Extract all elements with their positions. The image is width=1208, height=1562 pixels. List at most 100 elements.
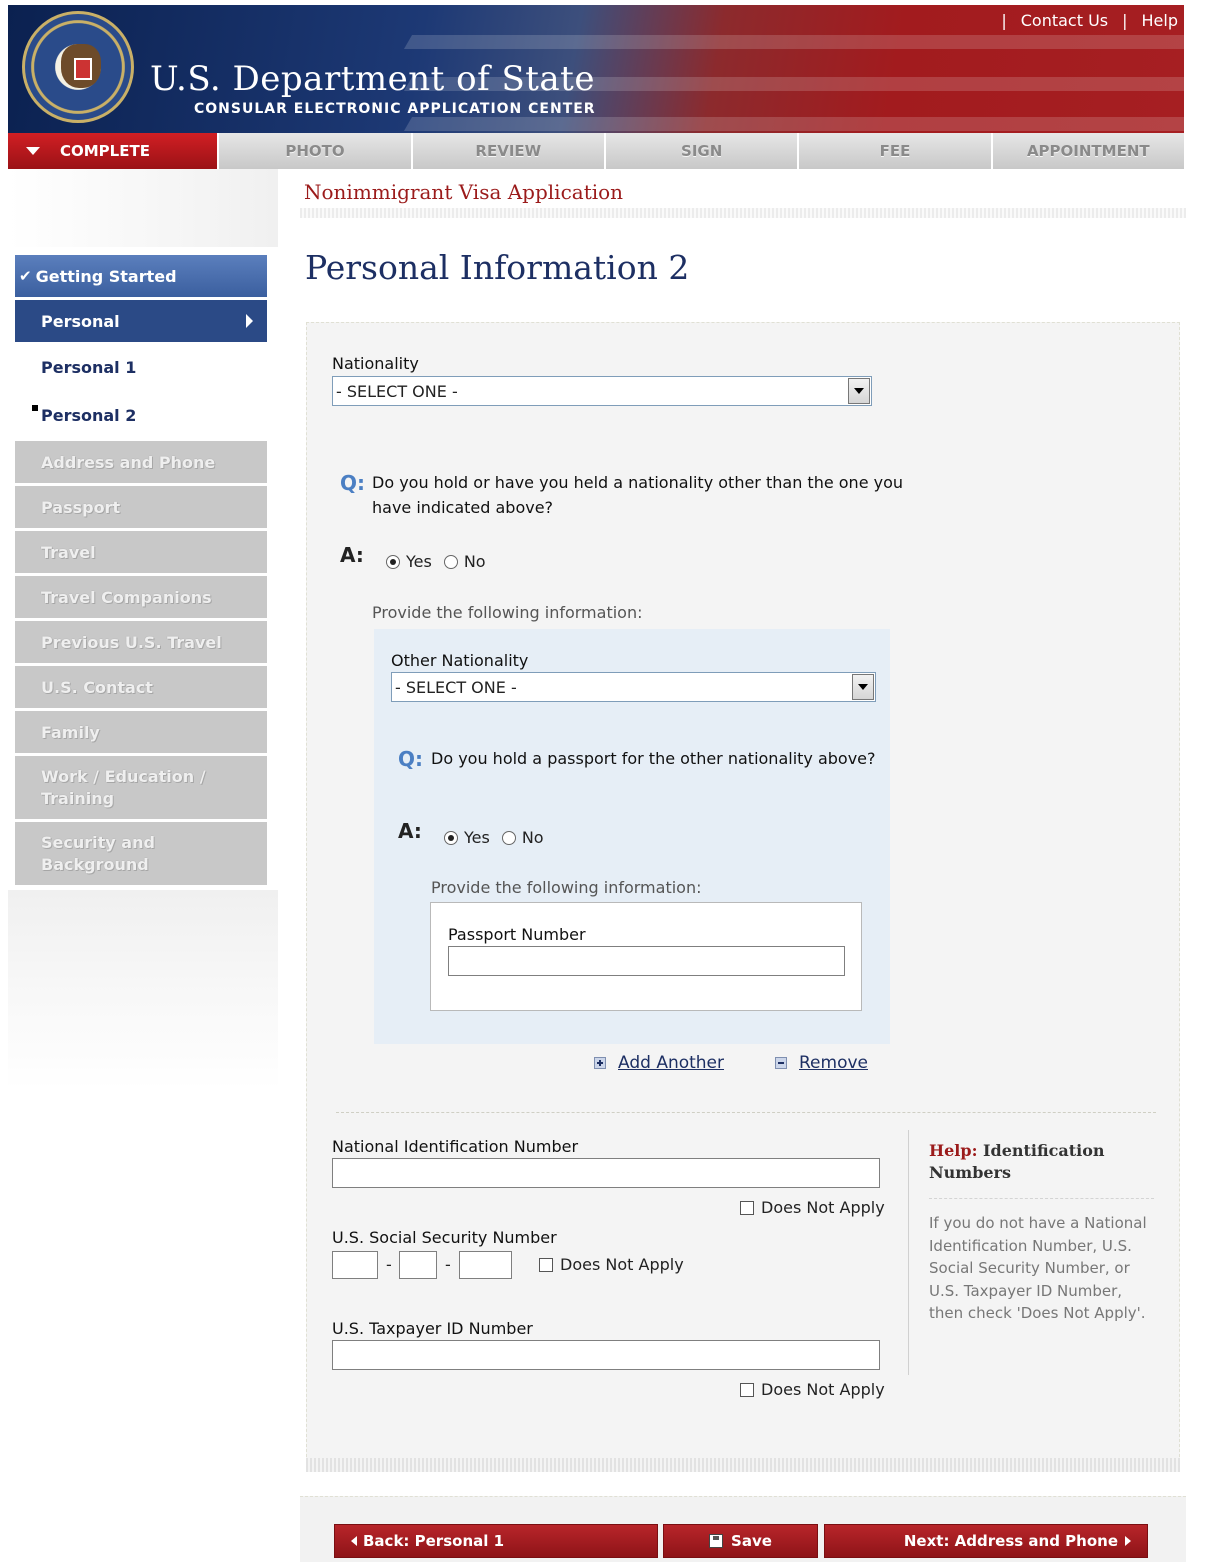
radio-label: Yes	[406, 552, 432, 571]
plus-icon	[594, 1057, 606, 1069]
passport-number-input[interactable]	[448, 946, 845, 976]
other-nationality-select[interactable]: - SELECT ONE -	[391, 672, 876, 702]
ssn-part-1-input[interactable]	[332, 1251, 378, 1279]
remove-link[interactable]: Remove	[799, 1053, 868, 1073]
sidebar-item-label: U.S. Contact	[41, 677, 153, 697]
ssn-does-not-apply[interactable]: Does Not Apply	[539, 1255, 684, 1274]
sidebar-item-label: Personal 1	[41, 358, 137, 377]
help-title: Help: Identification Numbers	[929, 1140, 1149, 1184]
other-nationality-select-value: - SELECT ONE -	[395, 677, 517, 697]
sidebar-item-label: Getting Started	[35, 266, 177, 286]
checkbox-label: Does Not Apply	[761, 1198, 885, 1217]
top-links: | Contact Us | Help	[1001, 11, 1178, 30]
sidebar-item-work-education: Work / Education / Training	[15, 756, 267, 819]
tab-photo[interactable]: PHOTO	[219, 133, 413, 169]
tab-label: FEE	[879, 142, 911, 160]
eagle-icon	[61, 44, 101, 88]
link-separator: |	[1122, 11, 1128, 30]
remove-control[interactable]: Remove	[775, 1053, 868, 1073]
sidebar-item-label: Work / Education / Training	[41, 766, 206, 808]
other-nationality-yes-option[interactable]: Yes	[386, 552, 432, 571]
checkmark-icon: ✔	[19, 267, 32, 285]
sidebar-item-travel-companions: Travel Companions	[15, 576, 267, 618]
passport-yes-option[interactable]: Yes	[444, 828, 490, 847]
arrow-right-icon	[1125, 1536, 1131, 1546]
other-nationality-no-option[interactable]: No	[443, 552, 486, 571]
nationality-label: Nationality	[332, 354, 419, 373]
sidebar-item-label: Family	[41, 722, 100, 742]
passport-no-radio[interactable]	[501, 830, 516, 845]
other-nationality-yes-radio[interactable]	[386, 554, 400, 569]
dropdown-arrow-icon[interactable]	[852, 674, 874, 700]
page-title: Personal Information 2	[305, 248, 690, 287]
passport-yes-radio[interactable]	[444, 830, 458, 845]
sidebar-item-label: Security and Background	[41, 832, 155, 874]
provide-info-hint: Provide the following information:	[372, 603, 643, 622]
tab-fee[interactable]: FEE	[799, 133, 993, 169]
sidebar-item-personal[interactable]: Personal	[15, 300, 267, 342]
save-button-label: Save	[731, 1532, 772, 1550]
flag-stripe	[403, 35, 1184, 49]
national-id-does-not-apply[interactable]: Does Not Apply	[740, 1198, 885, 1217]
nationality-select-value: - SELECT ONE -	[336, 381, 458, 401]
provide-info-hint: Provide the following information:	[431, 878, 702, 897]
sidebar-item-personal-1[interactable]: Personal 1	[15, 345, 267, 390]
minus-icon	[775, 1057, 787, 1069]
flag-stripe	[403, 117, 1184, 131]
tab-appointment[interactable]: APPOINTMENT	[992, 133, 1184, 169]
taxpayer-does-not-apply[interactable]: Does Not Apply	[740, 1380, 885, 1399]
tab-review[interactable]: REVIEW	[412, 133, 606, 169]
national-id-does-not-apply-checkbox[interactable]	[740, 1200, 754, 1215]
sidebar: ✔ Getting Started Personal Personal 1 Pe…	[15, 255, 267, 888]
other-nationality-no-radio[interactable]	[443, 554, 458, 569]
national-id-input[interactable]	[332, 1158, 880, 1188]
checkbox-label: Does Not Apply	[761, 1380, 885, 1399]
caret-down-icon	[26, 147, 40, 155]
tab-sign[interactable]: SIGN	[605, 133, 800, 169]
back-button[interactable]: Back: Personal 1	[334, 1524, 658, 1558]
tab-label: SIGN	[681, 142, 723, 160]
sidebar-item-family: Family	[15, 711, 267, 753]
answer-mark-label: A:	[398, 819, 422, 843]
passport-radio-group: Yes No	[444, 828, 556, 847]
sidebar-item-address-phone: Address and Phone	[15, 441, 267, 483]
radio-label: Yes	[464, 828, 490, 847]
taxpayer-id-input[interactable]	[332, 1340, 880, 1370]
department-title: U.S. Department of State	[150, 59, 595, 99]
site-header: U.S. Department of State CONSULAR ELECTR…	[8, 5, 1184, 133]
link-separator: |	[1001, 11, 1007, 30]
help-link[interactable]: Help	[1142, 11, 1178, 30]
sidebar-shade	[8, 169, 278, 247]
add-another-control[interactable]: Add Another	[594, 1053, 724, 1073]
help-title-prefix: Help:	[929, 1141, 978, 1160]
sidebar-item-personal-2[interactable]: Personal 2	[15, 393, 267, 438]
tab-label: APPOINTMENT	[1026, 142, 1150, 160]
contact-us-link[interactable]: Contact Us	[1021, 11, 1108, 30]
ssn-part-2-input[interactable]	[399, 1251, 437, 1279]
tab-label: REVIEW	[475, 142, 542, 160]
dropdown-arrow-icon[interactable]	[848, 378, 870, 404]
sidebar-item-label: Passport	[41, 497, 121, 517]
sidebar-item-label: Previous U.S. Travel	[41, 632, 222, 652]
title-rule	[300, 208, 1186, 218]
form-panel-bottom	[306, 1458, 1180, 1472]
passport-number-label: Passport Number	[448, 925, 586, 944]
help-rule	[929, 1198, 1154, 1199]
nationality-select[interactable]: - SELECT ONE -	[332, 376, 872, 406]
application-title: Nonimmigrant Visa Application	[304, 180, 624, 204]
answer-mark-label: A:	[340, 543, 364, 567]
sidebar-item-getting-started[interactable]: ✔ Getting Started	[15, 255, 267, 297]
question-mark-label: Q:	[398, 747, 423, 771]
ssn-does-not-apply-checkbox[interactable]	[539, 1257, 553, 1272]
department-seal-icon	[22, 11, 134, 123]
ssn-part-3-input[interactable]	[459, 1251, 512, 1279]
sidebar-item-travel: Travel	[15, 531, 267, 573]
passport-no-option[interactable]: No	[501, 828, 544, 847]
next-button[interactable]: Next: Address and Phone	[824, 1524, 1148, 1558]
save-button[interactable]: Save	[663, 1524, 818, 1558]
sidebar-item-previous-us-travel: Previous U.S. Travel	[15, 621, 267, 663]
sidebar-item-label: Travel	[41, 542, 96, 562]
add-another-link[interactable]: Add Another	[618, 1053, 724, 1073]
taxpayer-does-not-apply-checkbox[interactable]	[740, 1382, 754, 1397]
tab-complete[interactable]: COMPLETE	[8, 133, 220, 169]
